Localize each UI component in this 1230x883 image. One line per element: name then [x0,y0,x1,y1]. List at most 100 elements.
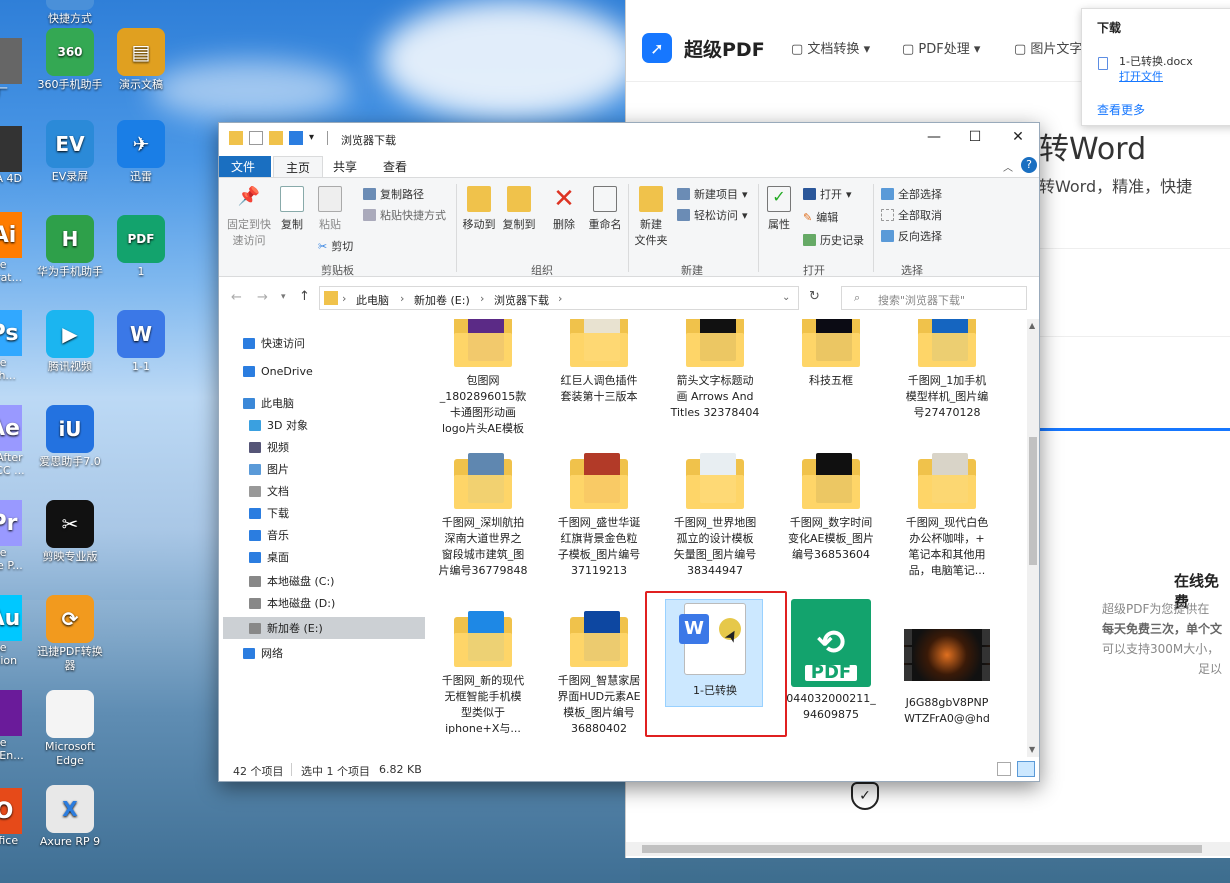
minimize-button[interactable]: — [919,129,949,149]
nav-item[interactable]: 视频 [249,439,289,455]
chevron-down-icon[interactable]: ▾ [281,292,286,302]
nav-item[interactable]: 本地磁盘 (C:) [249,573,334,589]
desktop-icon[interactable]: Psobe osh... [0,310,26,382]
copy-path-button[interactable]: 复制路径 [363,186,424,202]
file-item[interactable]: 千图网_世界地图 孤立的设计模板 矢量图_图片编号 38344947 [665,453,765,579]
rocket-icon[interactable]: ➚ [642,33,672,63]
file-item[interactable]: 包图网 _1802896015款 卡通图形动画 logo片头AE模板 [433,319,533,437]
help-icon[interactable]: ? [1021,157,1037,173]
nav-item[interactable]: 下载 [249,505,289,521]
move-to-button[interactable]: 移动到 [461,186,497,232]
file-item[interactable]: 千图网_盛世华诞 红旗背景金色粒 子模板_图片编号 37119213 [549,453,649,579]
tab-share[interactable]: 共享 [321,156,369,177]
select-all-button[interactable]: 全部选择 [881,186,942,202]
file-item[interactable]: 箭头文字标题动 画 Arrows And Titles 32378404 [665,319,765,421]
new-folder-icon[interactable] [269,131,283,145]
back-arrow-icon[interactable]: ← [231,290,242,305]
file-item[interactable]: J6G88gbV8PNP WTZFrA0@@hd [897,611,997,727]
desktop-icon[interactable]: EV EV录屏 [35,120,105,184]
nav-item[interactable]: 快速访问 [243,335,305,351]
nav-item[interactable]: 文档 [249,483,289,499]
open-file-link[interactable]: 打开文件 [1119,68,1163,84]
rename-button[interactable]: 重命名 [585,186,625,232]
tab-file[interactable]: 文件 [219,156,271,177]
tab-home[interactable]: 主页 [273,156,324,177]
desktop-icon[interactable]: PDF 1 [106,215,176,279]
desktop-icon[interactable]: ✂ 剪映专业版 [35,500,105,564]
desktop-icon[interactable]: Microsoft Edge [35,690,105,768]
search-input[interactable]: ⌕ 搜索"浏览器下载" [841,286,1027,310]
brand-name[interactable]: 超级PDF [684,35,765,62]
maximize-button[interactable]: ☐ [960,129,990,149]
breadcrumb-this-pc[interactable]: 此电脑 [356,292,389,308]
file-item[interactable]: 千图网_智慧家居 界面HUD元素AE 模板_图片编号 36880402 [549,611,649,737]
desktop-icon[interactable]: ▶ 腾讯视频 [35,310,105,374]
file-item[interactable]: 千图网_1加手机 模型样机_图片编 号27470128 [897,319,997,421]
up-arrow-icon[interactable]: ↑ [299,289,310,304]
paste-button[interactable]: 粘贴 [315,186,345,232]
desktop-icon[interactable]: MA 4D [0,126,26,185]
downloaded-file-name[interactable]: 1-已转换.docx [1119,53,1193,69]
desktop-icon[interactable]: ✈ 迅雷 [106,120,176,184]
vertical-scrollbar[interactable]: ▲ ▼ [1027,319,1039,757]
edit-button[interactable]: ✎ 编辑 [803,209,838,225]
desktop-icon[interactable]: H 华为手机助手 [35,215,105,279]
file-item[interactable]: W ➤ 1-已转换 [665,599,765,707]
desktop-icon[interactable]: Probe ere P... [0,500,26,572]
pin-quick-access-button[interactable]: 📌 固定到快 速访问 [225,186,273,248]
desktop-icon[interactable]: Auobe dition ... [0,595,26,680]
desktop-icon[interactable]: ⟳ 迅捷PDF转换器 [35,595,105,673]
nav-item[interactable]: 音乐 [249,527,289,543]
copy-button[interactable]: 复制 [277,186,307,232]
new-item-button[interactable]: 新建项目 ▾ [677,186,748,202]
select-none-button[interactable]: 全部取消 [881,207,942,223]
paste-shortcut-button[interactable]: 粘贴快捷方式 [363,207,446,223]
properties-icon[interactable] [249,131,263,145]
desktop-icon[interactable]: 360 360手机助手 [35,28,105,92]
forward-arrow-icon[interactable]: → [257,290,268,305]
desktop-icon[interactable]: X Axure RP 9 [35,785,105,849]
breadcrumb-downloads[interactable]: 浏览器下载 [494,292,549,308]
view-more-link[interactable]: 查看更多 [1097,101,1145,118]
new-folder-button[interactable]: 新建 文件夹 [633,186,669,248]
scroll-down-icon[interactable]: ▼ [1029,745,1035,754]
nav-doc-convert[interactable]: ▢ 文档转换 ▾ [791,38,870,57]
properties-button[interactable]: ✓ 属性 [763,186,795,232]
nav-image-text[interactable]: ▢ 图片文字 [1014,38,1082,57]
file-item[interactable]: 千图网_数字时间 变化AE模板_图片 编号36853604 [781,453,881,563]
desktop-icon[interactable]: iU 爱思助手7.0 [35,405,105,469]
nav-item[interactable]: 本地磁盘 (D:) [249,595,335,611]
desktop-icon[interactable]: 快捷方式 [35,0,105,26]
nav-item[interactable]: 新加卷 (E:) [223,617,425,639]
address-bar[interactable]: › 此电脑 › 新加卷 (E:) › 浏览器下载 › ⌄ [319,286,799,310]
nav-item[interactable]: 网络 [243,645,283,661]
nav-item[interactable]: 此电脑 [243,395,294,411]
desktop-icon[interactable]: ▤ 演示文稿 [106,28,176,92]
delete-button[interactable]: ✕ 删除 [549,186,579,232]
file-item[interactable]: ⟲ PDF 044032000211_ 94609875 [781,599,881,723]
desktop-icon[interactable]: Aiobe strat... [0,212,26,284]
scrollbar-thumb[interactable] [642,845,1202,853]
details-view-icon[interactable] [997,762,1011,776]
breadcrumb-drive-e[interactable]: 新加卷 (E:) [414,292,470,308]
desktop-icon[interactable]: 工厂 [0,38,26,100]
nav-item[interactable]: OneDrive [243,365,313,378]
horizontal-scrollbar[interactable] [626,842,1230,856]
chevron-up-icon[interactable]: ︿ [1003,159,1013,174]
title-bar[interactable]: ▾ 浏览器下载 — ☐ ✕ [219,123,1039,153]
scroll-up-icon[interactable]: ▲ [1029,321,1035,330]
file-item[interactable]: 红巨人调色插件 套装第十三版本 [549,319,649,405]
chevron-down-icon[interactable]: ▾ [309,131,323,145]
invert-selection-button[interactable]: 反向选择 [881,228,942,244]
cut-button[interactable]: ✂ 剪切 [318,238,353,254]
large-icons-view-icon[interactable] [1017,761,1035,777]
nav-item[interactable]: 图片 [249,461,289,477]
file-item[interactable]: 科技五框 [781,319,881,389]
nav-pdf-process[interactable]: ▢ PDF处理 ▾ [902,38,980,57]
refresh-icon[interactable]: ↻ [809,289,820,304]
tab-view[interactable]: 查看 [371,156,419,177]
file-item[interactable]: 千图网_深圳航拍 深南大道世界之 窗段城市建筑_图 片编号36779848 [433,453,533,579]
view-grid-icon[interactable] [289,131,303,145]
copy-to-button[interactable]: 复制到 [501,186,537,232]
scrollbar-thumb[interactable] [1029,437,1037,565]
